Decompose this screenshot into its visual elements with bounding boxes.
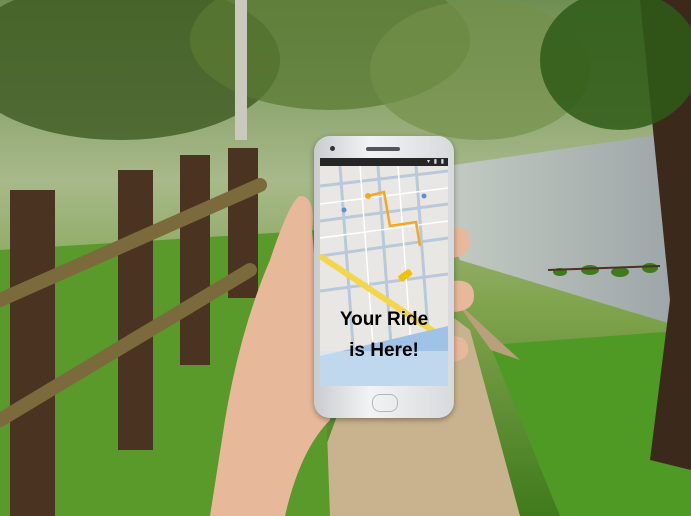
phone-screen: ▾ ▮ ▮ Your Ride is Here! bbox=[320, 158, 448, 386]
photo: ▾ ▮ ▮ Your Ride is Here! bbox=[0, 0, 691, 516]
status-icons: ▾ ▮ ▮ bbox=[427, 159, 445, 165]
phone-top-bezel bbox=[314, 136, 454, 158]
speaker-grille bbox=[366, 147, 400, 151]
status-bar: ▾ ▮ ▮ bbox=[320, 158, 448, 166]
message-line-1: Your Ride bbox=[339, 309, 429, 330]
ride-arrived-message: Your Ride is Here! bbox=[320, 304, 448, 366]
phone-bottom-bezel bbox=[314, 388, 454, 418]
message-line-2: is Here! bbox=[349, 340, 419, 361]
home-button[interactable] bbox=[372, 394, 398, 412]
smartphone: ▾ ▮ ▮ Your Ride is Here! bbox=[314, 136, 454, 418]
front-camera-icon bbox=[330, 146, 335, 151]
